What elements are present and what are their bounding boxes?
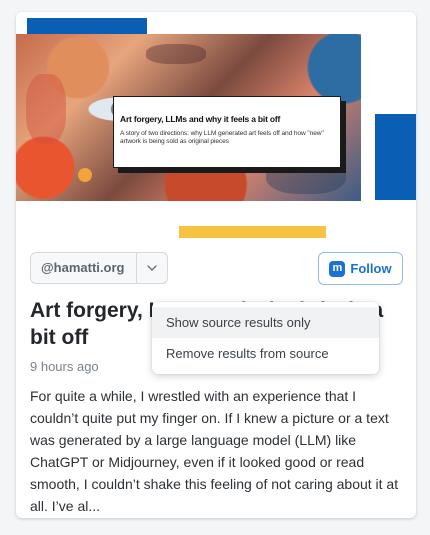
article-timestamp: 9 hours ago bbox=[30, 359, 99, 374]
decorative-bar-bottom bbox=[179, 226, 326, 238]
chevron-down-icon bbox=[147, 265, 157, 271]
source-menu-toggle[interactable] bbox=[136, 252, 168, 284]
source-dropdown-menu: Show source results only Remove results … bbox=[152, 302, 379, 374]
image-title: Art forgery, LLMs and why it feels a bit… bbox=[120, 114, 281, 124]
mastodon-icon: m bbox=[329, 260, 346, 277]
menu-item-remove-source[interactable]: Remove results from source bbox=[152, 338, 379, 369]
image-title-box: Art forgery, LLMs and why it feels a bit… bbox=[113, 96, 341, 168]
article-thumbnail[interactable]: Art forgery, LLMs and why it feels a bit… bbox=[16, 12, 416, 244]
decorative-bar-right bbox=[375, 114, 416, 200]
image-subtitle: A story of two directions: why LLM gener… bbox=[120, 130, 324, 145]
follow-button[interactable]: m Follow bbox=[318, 252, 403, 285]
article-card: Art forgery, LLMs and why it feels a bit… bbox=[16, 12, 416, 518]
source-button[interactable]: @hamatti.org bbox=[30, 252, 137, 284]
follow-label: Follow bbox=[350, 261, 392, 276]
menu-item-show-source-only[interactable]: Show source results only bbox=[152, 307, 379, 338]
article-excerpt: For quite a while, I wrestled with an ex… bbox=[30, 388, 399, 514]
